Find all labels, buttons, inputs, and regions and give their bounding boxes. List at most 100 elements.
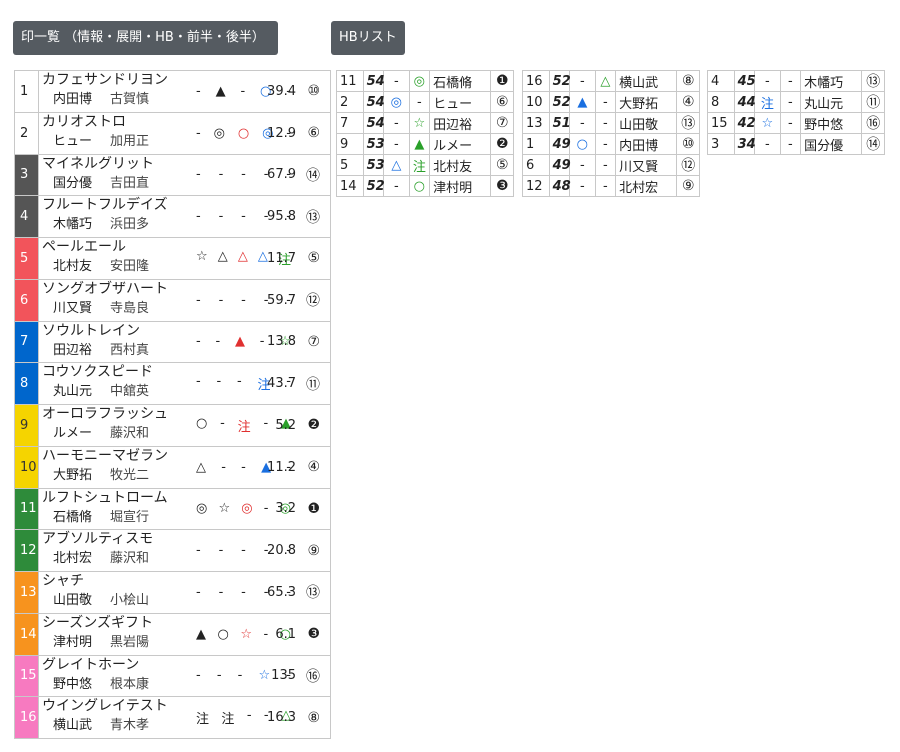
horse-row[interactable]: 11 ルフトシュトローム 石橋脩 堀宣行 ◎ ☆ ◎ - ◎ 3.2 ❶ (14, 487, 331, 531)
horse-row[interactable]: 3 マイネルグリット 国分優 吉田直 - - - - -67.9 ⑭ (14, 153, 331, 197)
horse-row[interactable]: 15 グレイトホーン 野中悠 根本康 - - - ☆ -135 ⑯ (14, 654, 331, 698)
horse-row[interactable]: 1 カフェサンドリヨン 内田博 古賀慎 - ▲ - ○ -39.4 ⑩ (14, 70, 331, 113)
marks-row: ▲ ○ ☆ - ○ 6.1 ❸ (39, 614, 330, 655)
horse-row[interactable]: 7 ソウルトレイン 田辺裕 西村真 - - ▲ - ☆ 13.8 ⑦ (14, 320, 331, 364)
horse-row[interactable]: 13 シャチ 山田敬 小桧山 - - - - -65.3 ⑬ (14, 571, 331, 614)
horse-info: シャチ 山田敬 小桧山 - - - - -65.3 ⑬ (38, 571, 331, 614)
marks-row: - ◎ ○ ◎ -12.9 ⑥ (39, 113, 330, 154)
hb-row[interactable]: 10 52 ▲ - 大野拓 ④ (522, 91, 700, 113)
odds-value: 3.2 (275, 501, 296, 517)
hb-row[interactable]: 3 34- - 国分優 ⑭ (707, 133, 885, 155)
popularity-rank: ⑩ (307, 83, 320, 100)
horse-row[interactable]: 4 フルートフルデイズ 木幡巧 浜田多 - - - - -95.8 ⑬ (14, 195, 331, 238)
horse-info-box: ソウルトレイン 田辺裕 西村真 - - ▲ - ☆ 13.8 ⑦ (39, 322, 330, 363)
horse-row[interactable]: 16 ウイングレイテスト 横山武 青木孝注注 - - △ 16.3 ⑧ (14, 696, 331, 739)
horse-info-box: ウイングレイテスト 横山武 青木孝注注 - - △ 16.3 ⑧ (39, 697, 330, 738)
hb-score: 54 (362, 70, 385, 92)
hb-rank: ⑬ (861, 70, 885, 92)
marks-row: ◎ ☆ ◎ - ◎ 3.2 ❶ (39, 489, 330, 530)
marks-row: - - ▲ - ☆ 13.8 ⑦ (39, 322, 330, 363)
prediction-mark: ○ (217, 626, 229, 642)
prediction-mark: - (196, 543, 201, 559)
prediction-mark: 注 (221, 712, 235, 728)
hb-mark-2: △ (594, 70, 617, 92)
hb-row[interactable]: 14 52- ○ 津村明 ❸ (336, 175, 514, 197)
horse-number: 3 (14, 153, 39, 197)
horse-row[interactable]: 6 ソングオブザハート 川又賢 寺島良 - - - - -59.7 ⑫ (14, 278, 331, 322)
horse-row[interactable]: 12 アブソルティスモ 北村宏 藤沢和 - - - - -20.8 ⑨ (14, 529, 331, 572)
odds-value: 67.9 (267, 167, 296, 183)
hb-mark-1: - (569, 112, 596, 134)
horse-number: 4 (14, 195, 39, 238)
hb-row[interactable]: 11 54- ◎ 石橋脩 ❶ (336, 70, 514, 92)
hb-row[interactable]: 4 45- - 木幡巧 ⑬ (707, 70, 885, 92)
hb-row[interactable]: 6 49- - 川又賢 ⑫ (522, 154, 700, 176)
hb-row[interactable]: 8 44 注 - 丸山元 ⑪ (707, 91, 885, 113)
hb-row[interactable]: 12 48- - 北村宏 ⑨ (522, 175, 700, 197)
hb-row[interactable]: 1 49 ○ - 内田博 ⑩ (522, 133, 700, 155)
hb-jockey: ルメー (429, 133, 492, 155)
horse-info-box: シャチ 山田敬 小桧山 - - - - -65.3 ⑬ (39, 572, 330, 613)
hb-rank: ❶ (490, 70, 514, 92)
popularity-rank: ❶ (307, 500, 320, 517)
prediction-mark: - (236, 374, 242, 390)
marks-row: - - - 注 -43.7 ⑪ (39, 363, 330, 404)
hb-row[interactable]: 2 54 ◎ - ヒュー ⑥ (336, 91, 514, 113)
horse-row[interactable]: 14 シーズンズギフト 津村明 黒岩陽 ▲ ○ ☆ - ○ 6.1 ❸ (14, 612, 331, 656)
prediction-mark: ☆ (218, 501, 231, 517)
horse-info: ソウルトレイン 田辺裕 西村真 - - ▲ - ☆ 13.8 ⑦ (38, 320, 331, 364)
horse-info: カリオストロ ヒュー 加用正 - ◎ ○ ◎ -12.9 ⑥ (38, 111, 331, 155)
odds-value: 13.8 (267, 334, 296, 350)
hb-horse-number: 1 (522, 133, 550, 155)
hb-list-button[interactable]: HBリスト (331, 21, 405, 55)
horse-number: 13 (14, 571, 39, 614)
marks-list-button[interactable]: 印一覧 （情報・展開・HB・前半・後半） (13, 21, 278, 55)
popularity-rank: ⑥ (307, 125, 320, 142)
hb-jockey: 野中悠 (800, 112, 863, 134)
hb-row[interactable]: 7 54- ☆ 田辺裕 ⑦ (336, 112, 514, 134)
hb-row[interactable]: 5 53 △ 注北村友 ⑤ (336, 154, 514, 176)
horse-info-box: アブソルティスモ 北村宏 藤沢和 - - - - -20.8 ⑨ (39, 530, 330, 571)
hb-score: 44 (733, 91, 756, 113)
horse-row[interactable]: 2 カリオストロ ヒュー 加用正 - ◎ ○ ◎ -12.9 ⑥ (14, 111, 331, 155)
popularity-rank: ⑯ (306, 668, 320, 685)
hb-row[interactable]: 15 42 ☆ - 野中悠 ⑯ (707, 112, 885, 134)
odds-value: 65.3 (267, 584, 296, 600)
horse-row[interactable]: 8 コウソクスピード 丸山元 中舘英 - - - 注 -43.7 ⑪ (14, 362, 331, 405)
horse-number: 16 (14, 696, 39, 739)
marks-row: ☆ △ △ △ 注 11.7 ⑤ (39, 238, 330, 279)
hb-horse-number: 4 (707, 70, 735, 92)
horse-info-box: マイネルグリット 国分優 吉田直 - - - - -67.9 ⑭ (39, 155, 330, 196)
horse-info: シーズンズギフト 津村明 黒岩陽 ▲ ○ ☆ - ○ 6.1 ❸ (38, 612, 331, 656)
horse-row[interactable]: 9 オーロラフラッシュ ルメー 藤沢和 ○ - 注 - ▲ 5.2 ❷ (14, 404, 331, 447)
hb-jockey: 川又賢 (615, 154, 678, 176)
horse-info-box: カリオストロ ヒュー 加用正 - ◎ ○ ◎ -12.9 ⑥ (39, 113, 330, 154)
horse-row[interactable]: 10 ハーモニーマゼラン 大野拓 牧光二 △ - - ▲ -11.2 ④ (14, 445, 331, 489)
horse-number: 10 (14, 445, 39, 489)
odds-value: 11.7 (267, 250, 296, 266)
hb-mark-1: ▲ (569, 91, 596, 113)
horse-info: ウイングレイテスト 横山武 青木孝注注 - - △ 16.3 ⑧ (38, 696, 331, 739)
prediction-mark: - (263, 415, 269, 431)
hb-jockey: 丸山元 (800, 91, 863, 113)
hb-row[interactable]: 13 51- - 山田敬 ⑬ (522, 112, 700, 134)
hb-jockey: 石橋脩 (429, 70, 492, 92)
popularity-rank: ⑫ (306, 293, 320, 310)
horse-number: 6 (14, 278, 39, 322)
prediction-mark: ◎ (196, 501, 208, 517)
hb-mark-2: - (779, 70, 802, 92)
hb-row[interactable]: 16 52- △ 横山武 ⑧ (522, 70, 700, 92)
prediction-mark: ◎ (213, 125, 225, 141)
marks-row: - - - - -65.3 ⑬ (39, 572, 330, 613)
prediction-mark: ☆ (196, 248, 208, 264)
prediction-mark: - (241, 584, 246, 600)
horse-row[interactable]: 5 ペールエール 北村友 安田隆 ☆ △ △ △ 注 11.7 ⑤ (14, 237, 331, 280)
hb-horse-number: 14 (336, 175, 364, 197)
hb-jockey: 山田敬 (615, 112, 678, 134)
horse-info-box: グレイトホーン 野中悠 根本康 - - - ☆ -135 ⑯ (39, 656, 330, 697)
hb-row[interactable]: 9 53- ▲ ルメー ❷ (336, 133, 514, 155)
hb-mark-2: ○ (408, 175, 431, 197)
hb-list-table-3: 4 45- - 木幡巧 ⑬ 8 44 注 - 丸山元 ⑪ 15 42 ☆ - 野中悠 ⑯ 3 34- - 国分優 ⑭ (707, 70, 885, 155)
hb-rank: ⑨ (676, 175, 700, 197)
hb-score: 48 (548, 175, 571, 197)
